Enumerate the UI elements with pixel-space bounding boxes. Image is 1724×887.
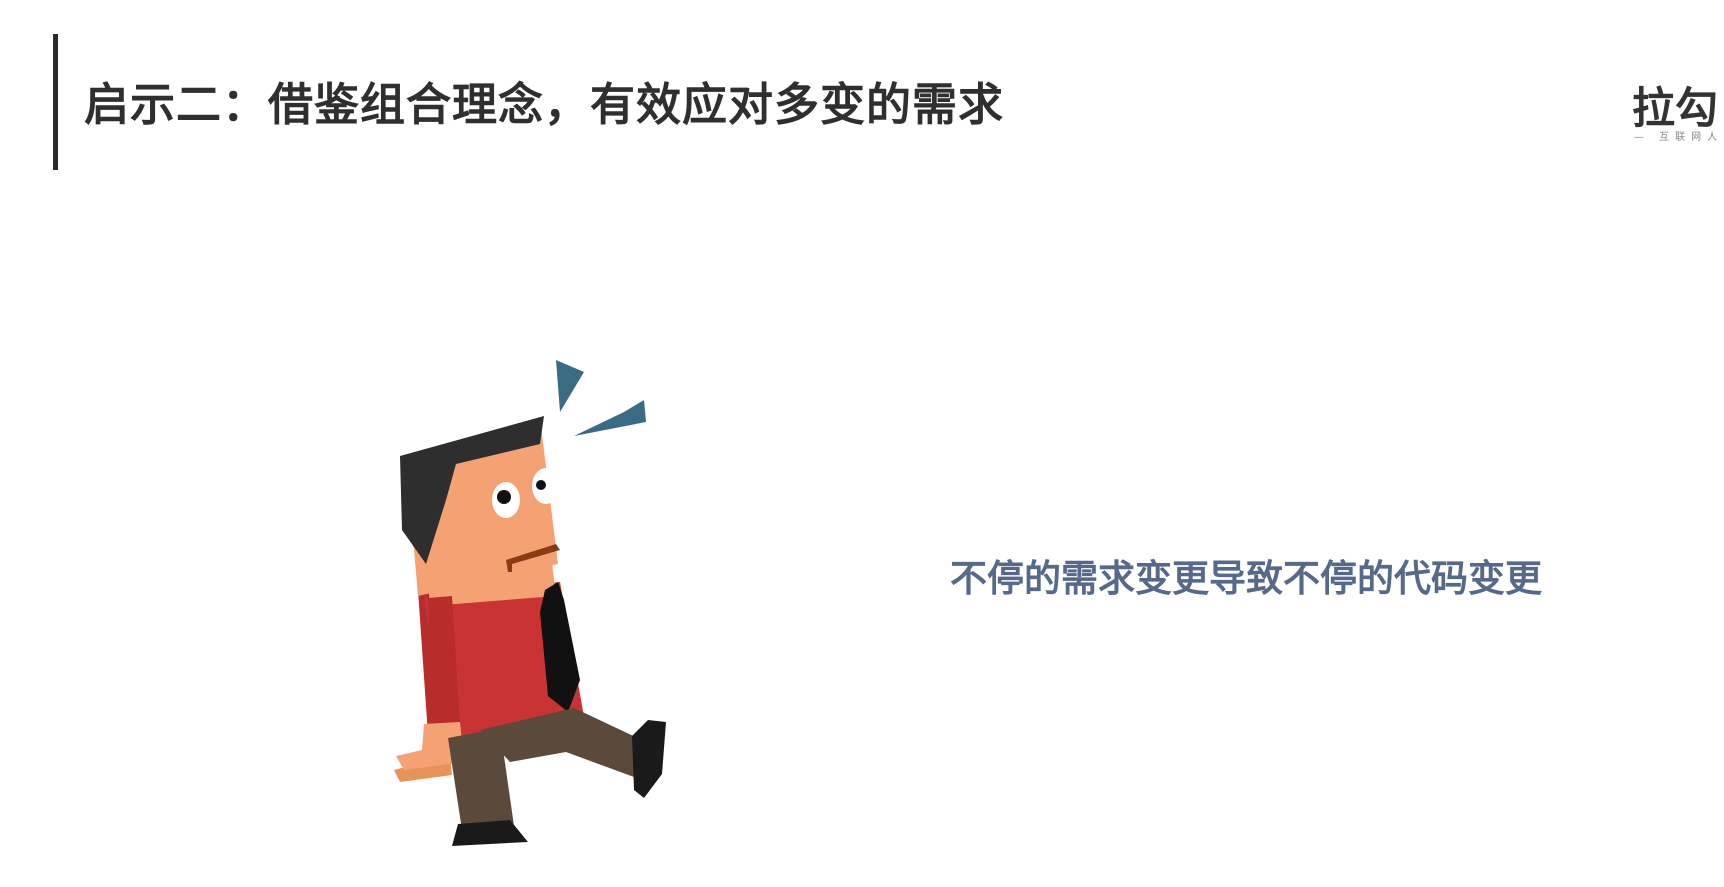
slide-title: 启示二：借鉴组合理念，有效应对多变的需求 bbox=[84, 78, 1005, 131]
slide-caption: 不停的需求变更导致不停的代码变更 bbox=[950, 557, 1542, 600]
alert-mark-icon-2 bbox=[574, 400, 646, 436]
title-accent-bar bbox=[53, 34, 58, 170]
surprised-man-illustration bbox=[394, 360, 666, 846]
slide: 启示二：借鉴组合理念，有效应对多变的需求 拉勾 — 互联网人 不停的需求变更导致… bbox=[0, 0, 1724, 887]
brand-tagline: — 互联网人 bbox=[1634, 132, 1724, 143]
alert-mark-icon bbox=[556, 360, 584, 412]
front-shoe-icon bbox=[632, 720, 666, 798]
back-shoe-icon bbox=[452, 820, 528, 846]
brand-logo: 拉勾 bbox=[1632, 84, 1718, 134]
